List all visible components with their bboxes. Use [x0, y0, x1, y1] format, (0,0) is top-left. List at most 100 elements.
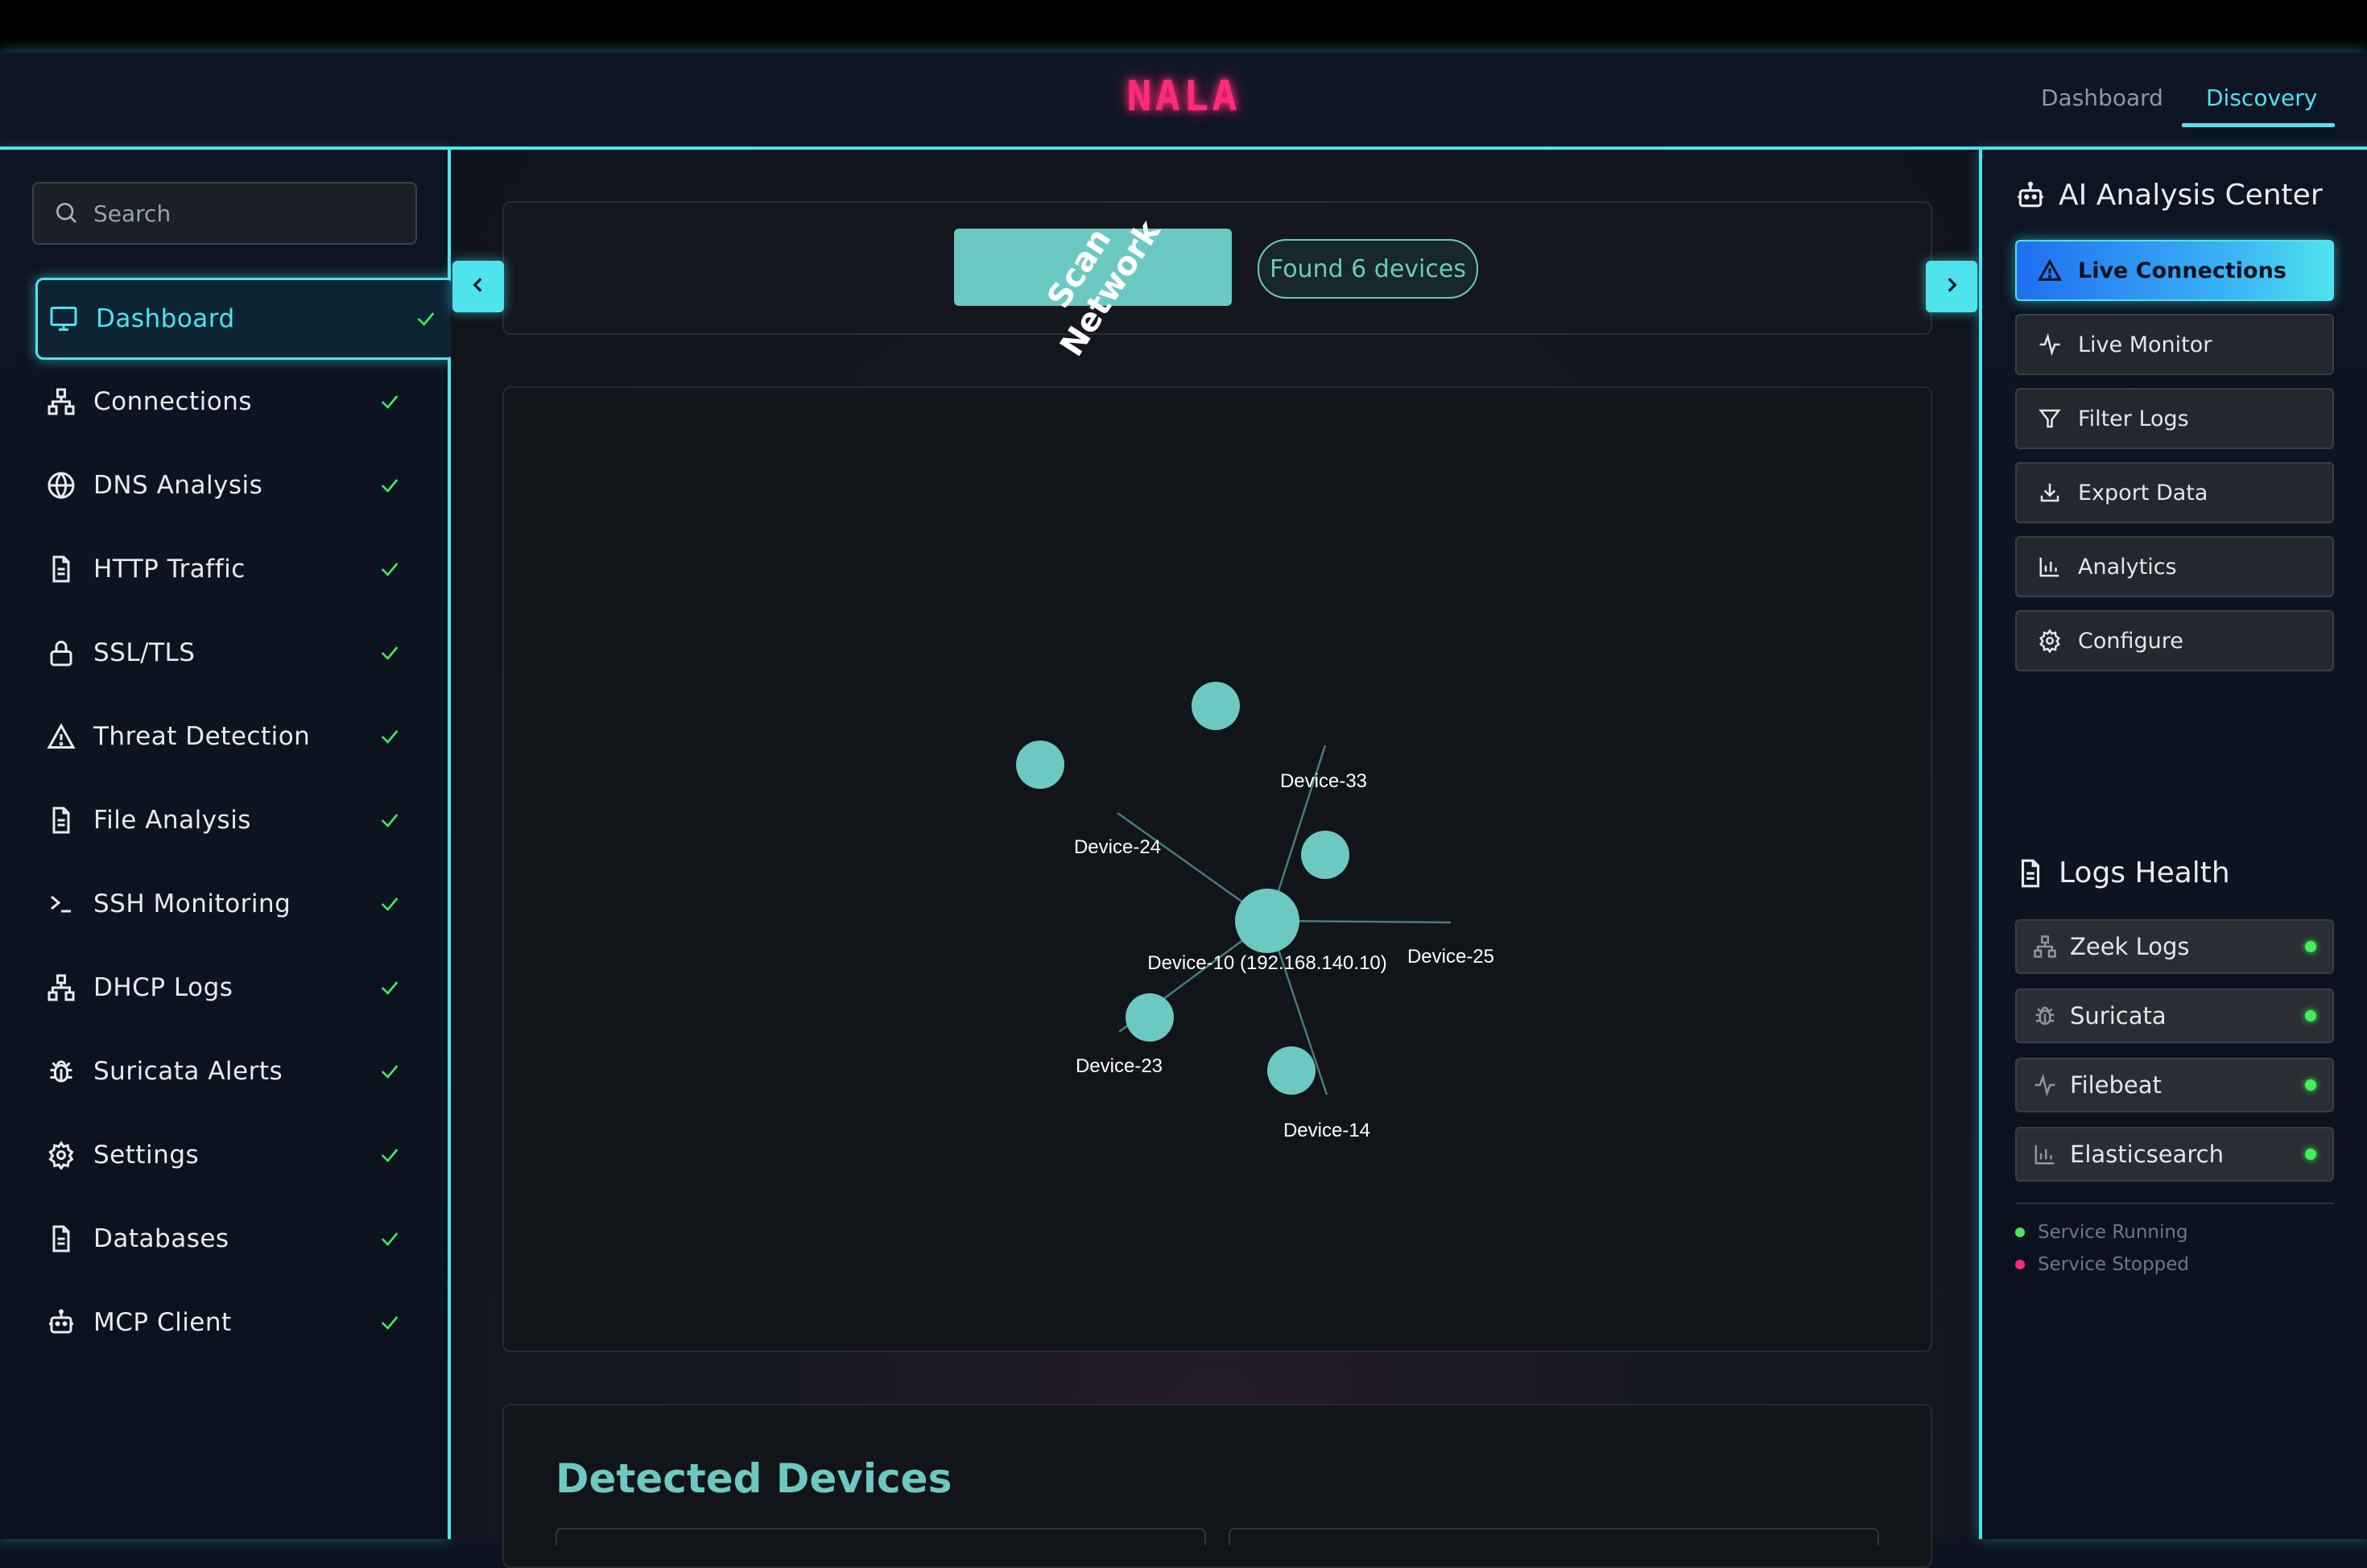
log-service-zeek[interactable]: Zeek Logs — [2015, 919, 2334, 974]
status-dot — [2305, 1010, 2316, 1021]
device-card[interactable] — [556, 1528, 1206, 1545]
status-dot — [2305, 1149, 2316, 1160]
check-icon — [374, 1311, 406, 1334]
live-monitor-button[interactable]: Live Monitor — [2015, 314, 2334, 375]
log-service-label: Elasticsearch — [2070, 1141, 2224, 1168]
sidebar-item-label: File Analysis — [93, 806, 251, 835]
chevron-left-icon — [468, 274, 489, 299]
button-label: Live Monitor — [2078, 332, 2212, 357]
chevron-right-icon — [1941, 274, 1962, 299]
sidebar-item-dhcp-logs[interactable]: DHCP Logs — [35, 949, 417, 1026]
legend-dot — [2015, 1260, 2025, 1269]
check-icon — [374, 1060, 406, 1083]
document-icon — [2015, 858, 2046, 889]
check-icon — [374, 1144, 406, 1166]
gear-icon — [2036, 629, 2063, 653]
network-icon — [45, 386, 77, 418]
legend-service-stopped: Service Stopped — [2015, 1254, 2189, 1275]
graph-node[interactable] — [1192, 682, 1240, 730]
node-label: Device-23 — [1076, 1055, 1163, 1077]
filter-logs-button[interactable]: Filter Logs — [2015, 388, 2334, 449]
sidebar-item-threat-detection[interactable]: Threat Detection — [35, 698, 417, 775]
sidebar-item-mcp-client[interactable]: MCP Client — [35, 1284, 417, 1361]
check-icon — [374, 809, 406, 831]
detected-devices-title: Detected Devices — [556, 1455, 952, 1502]
export-data-button[interactable]: Export Data — [2015, 462, 2334, 523]
graph-node[interactable] — [1016, 741, 1064, 789]
legend-label: Service Running — [2038, 1222, 2188, 1243]
monitor-icon — [48, 303, 80, 335]
sidebar-item-settings[interactable]: Settings — [35, 1116, 417, 1194]
sidebar-item-databases[interactable]: Databases — [35, 1200, 417, 1277]
pulse-icon — [2036, 332, 2063, 357]
log-service-label: Suricata — [2070, 1002, 2167, 1030]
node-label: Device-10 (192.168.140.10) — [1147, 952, 1387, 974]
graph-node[interactable] — [1126, 993, 1174, 1042]
search-icon — [53, 200, 79, 229]
bug-icon — [2031, 1004, 2059, 1028]
sidebar-item-ssl-tls[interactable]: SSL/TLS — [35, 614, 417, 691]
nav-tab-dashboard[interactable]: Dashboard — [2041, 85, 2163, 111]
bar-chart-icon — [2031, 1142, 2059, 1166]
logs-health-title: Logs Health — [2059, 856, 2230, 889]
sidebar-item-label: Suricata Alerts — [93, 1057, 283, 1086]
sidebar-item-connections[interactable]: Connections — [35, 363, 417, 440]
sidebar-item-label: SSL/TLS — [93, 638, 196, 667]
network-icon — [2031, 935, 2059, 959]
node-label: Device-24 — [1074, 836, 1161, 858]
log-service-label: Filebeat — [2070, 1071, 2162, 1099]
analytics-button[interactable]: Analytics — [2015, 536, 2334, 597]
lock-icon — [45, 637, 77, 669]
device-card[interactable] — [1229, 1528, 1879, 1545]
graph-node-center[interactable] — [1235, 889, 1299, 953]
pulse-icon — [2031, 1073, 2059, 1097]
graph-node[interactable] — [1267, 1046, 1316, 1095]
sidebar-item-label: HTTP Traffic — [93, 555, 246, 584]
live-connections-button[interactable]: Live Connections — [2015, 240, 2334, 301]
terminal-icon — [45, 888, 77, 920]
logs-health-heading: Logs Health — [2015, 856, 2230, 889]
check-icon — [374, 558, 406, 580]
bar-chart-icon — [2036, 555, 2063, 579]
sidebar-item-ssh-monitoring[interactable]: SSH Monitoring — [35, 865, 417, 943]
legend-dot — [2015, 1228, 2025, 1237]
check-icon — [374, 642, 406, 664]
node-label: Device-25 — [1407, 946, 1494, 968]
button-label: Live Connections — [2078, 258, 2286, 283]
sidebar-item-http-traffic[interactable]: HTTP Traffic — [35, 530, 417, 608]
search-box[interactable] — [32, 182, 417, 245]
check-icon — [374, 893, 406, 915]
collapse-left-button[interactable] — [452, 261, 504, 312]
check-icon — [374, 1228, 406, 1250]
network-graph[interactable]: Device-33 Device-24 Device-10 (192.168.1… — [502, 386, 1932, 1352]
collapse-right-button[interactable] — [1926, 261, 1977, 312]
legend-label: Service Stopped — [2038, 1254, 2189, 1275]
gear-icon — [45, 1139, 77, 1171]
active-tab-indicator — [2182, 123, 2335, 127]
sidebar-item-suricata-alerts[interactable]: Suricata Alerts — [35, 1033, 417, 1110]
sidebar-item-label: DNS Analysis — [93, 471, 263, 500]
configure-button[interactable]: Configure — [2015, 610, 2334, 671]
robot-icon — [2015, 180, 2046, 211]
check-icon — [374, 976, 406, 999]
window-top-bar — [0, 0, 2367, 52]
sidebar-item-label: Settings — [93, 1141, 200, 1170]
brand-logo: NALA — [1126, 72, 1241, 121]
log-service-elasticsearch[interactable]: Elasticsearch — [2015, 1127, 2334, 1182]
ai-analysis-heading: AI Analysis Center — [2015, 179, 2323, 212]
log-service-filebeat[interactable]: Filebeat — [2015, 1058, 2334, 1112]
network-graph-canvas: Device-33 Device-24 Device-10 (192.168.1… — [1016, 682, 1494, 1141]
log-service-suricata[interactable]: Suricata — [2015, 988, 2334, 1043]
sidebar-item-label: Databases — [93, 1224, 229, 1253]
status-dot — [2305, 1079, 2316, 1091]
graph-node[interactable] — [1301, 831, 1349, 879]
sidebar-item-dashboard[interactable]: Dashboard — [35, 278, 456, 360]
sidebar-item-label: Connections — [93, 387, 253, 416]
log-service-label: Zeek Logs — [2070, 933, 2190, 960]
nav-tab-discovery[interactable]: Discovery — [2206, 85, 2317, 111]
sidebar-item-label: Dashboard — [96, 304, 235, 333]
node-label: Device-33 — [1280, 770, 1367, 792]
search-input[interactable] — [92, 195, 401, 232]
sidebar-item-dns-analysis[interactable]: DNS Analysis — [35, 447, 417, 524]
sidebar-item-file-analysis[interactable]: File Analysis — [35, 782, 417, 859]
